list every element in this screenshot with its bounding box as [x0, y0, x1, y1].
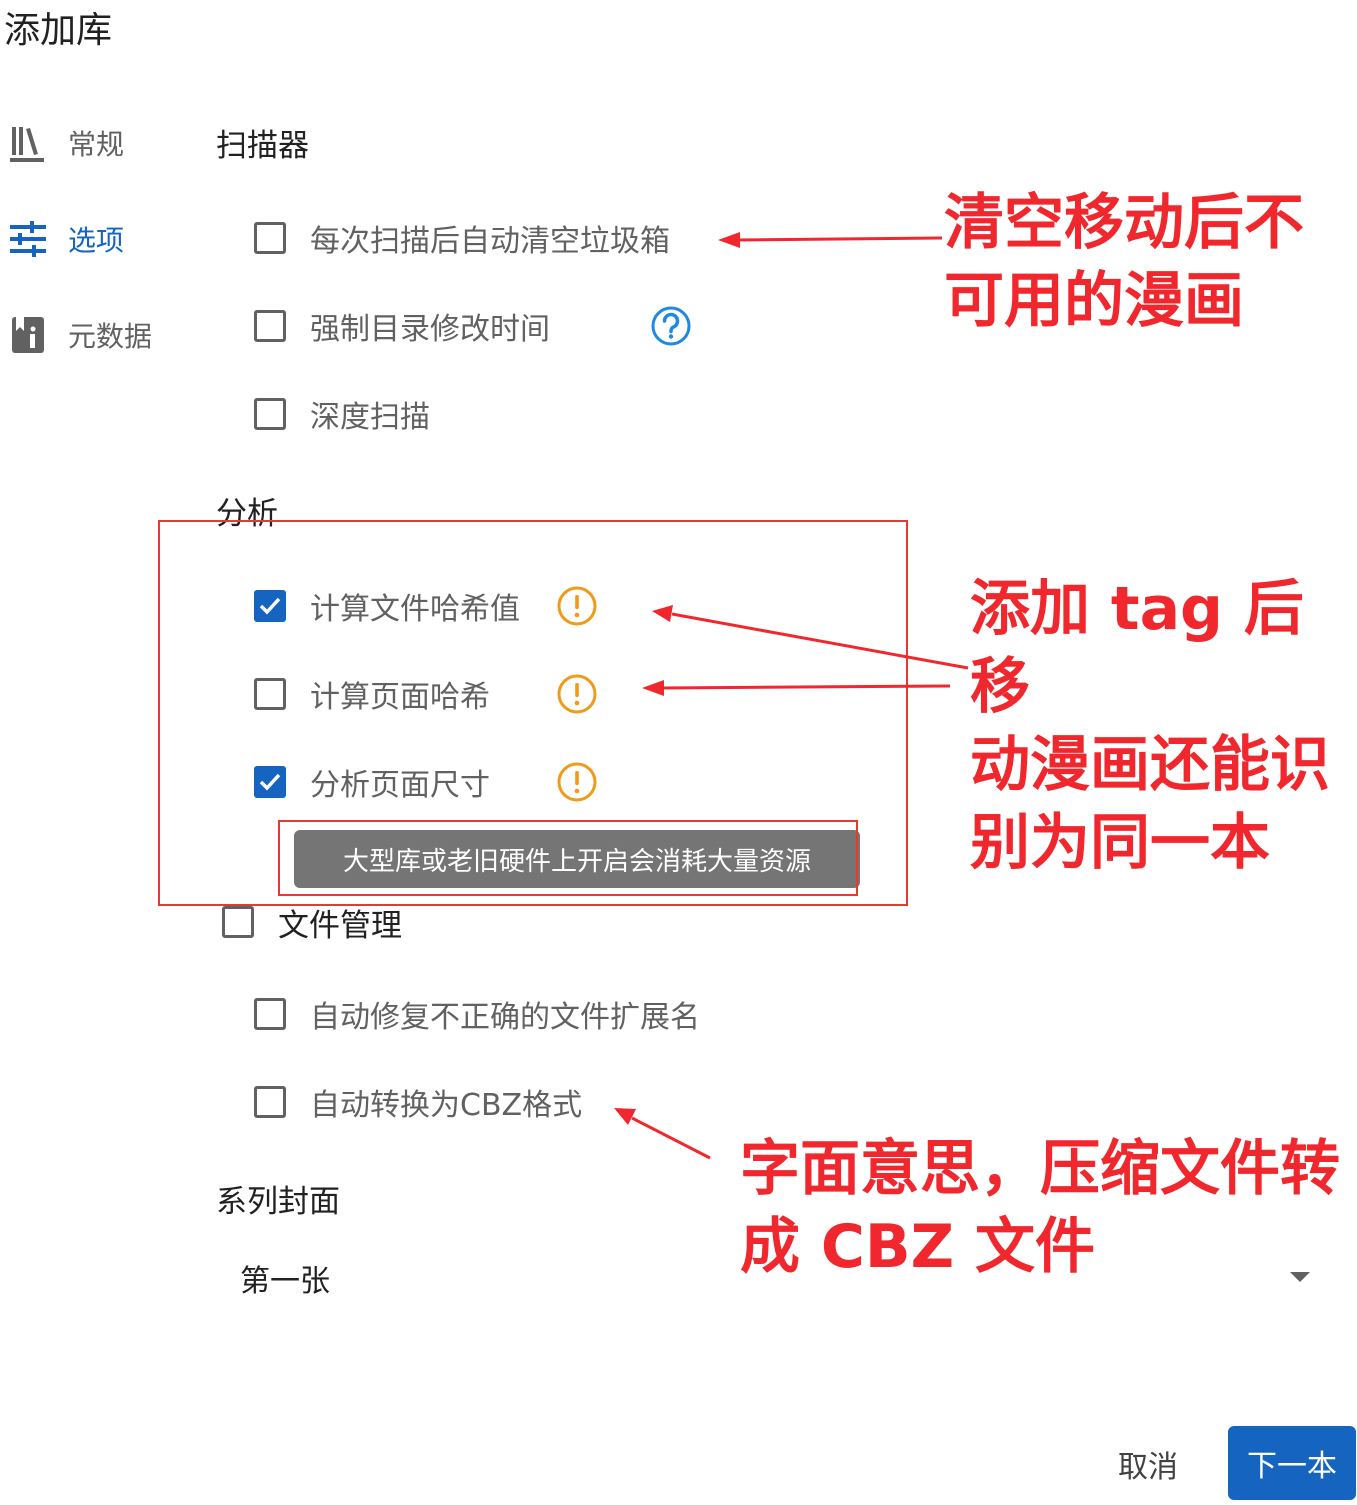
- annotation-arrows: [614, 232, 969, 1160]
- arrow-empty-trash: [737, 236, 943, 242]
- arrow-cbz-head: [614, 1108, 636, 1125]
- arrow-file-hash-head: [652, 605, 673, 622]
- arrow-cbz: [631, 1116, 711, 1160]
- next-button[interactable]: 下一本: [1228, 1426, 1356, 1500]
- arrow-empty-trash-head: [718, 232, 740, 248]
- arrow-page-hash: [661, 684, 951, 690]
- cancel-button[interactable]: 取消: [1096, 1434, 1200, 1494]
- arrow-file-hash: [671, 612, 969, 670]
- arrow-page-hash-head: [642, 680, 664, 696]
